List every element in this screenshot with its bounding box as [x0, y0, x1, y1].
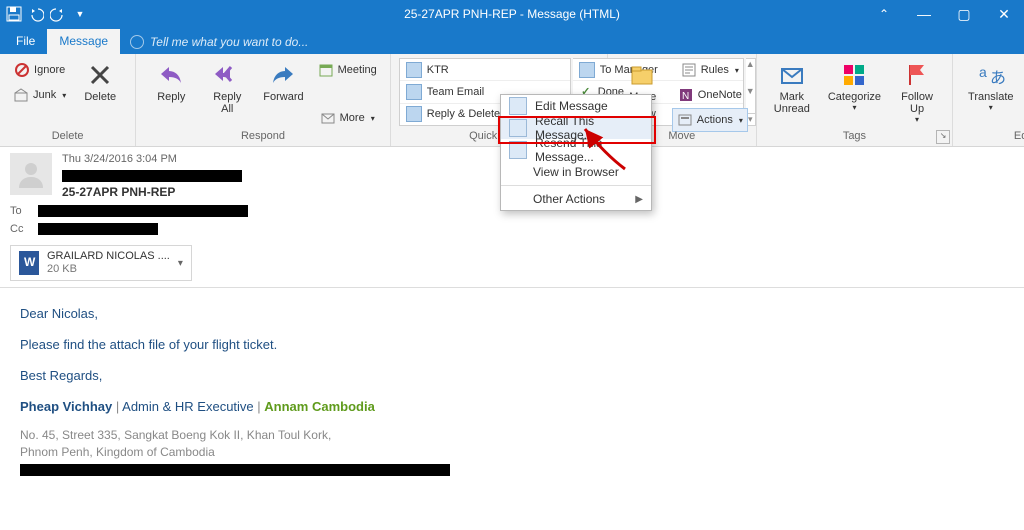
attachment-name: GRAILARD NICOLAS ....	[47, 250, 170, 262]
message-body: Dear Nicolas, Please find the attach fil…	[10, 288, 1014, 492]
body-regards: Best Regards,	[20, 366, 1004, 387]
undo-icon[interactable]	[28, 6, 44, 22]
ribbon-options-button[interactable]: ⌃	[864, 0, 904, 28]
actions-icon	[677, 112, 693, 128]
tell-me-placeholder: Tell me what you want to do...	[150, 35, 308, 49]
ribbon-group-respond: Reply Reply All Forward Meeting More▾ Re…	[136, 54, 390, 146]
save-icon[interactable]	[6, 6, 22, 22]
translate-icon: aあ	[977, 61, 1005, 89]
ribbon-group-editing: aあTranslate▾ Find Related▾ Select▾ Editi…	[953, 54, 1024, 146]
group-title-tags: Tags	[765, 130, 944, 144]
reply-icon	[157, 61, 185, 89]
attachment-size: 20 KB	[47, 263, 77, 275]
translate-button[interactable]: aあTranslate▾	[961, 58, 1020, 115]
attachment-dropdown-icon[interactable]: ▾	[178, 258, 183, 269]
onenote-icon: N	[678, 87, 694, 103]
junk-icon	[13, 87, 29, 103]
redo-icon[interactable]	[50, 6, 66, 22]
group-title-respond: Respond	[144, 130, 381, 144]
follow-up-button[interactable]: Follow Up▾	[890, 58, 944, 127]
forward-icon	[269, 61, 297, 89]
qat-dropdown-icon[interactable]: ▼	[72, 6, 88, 22]
reply-button[interactable]: Reply	[144, 58, 198, 106]
edit-icon	[509, 97, 527, 115]
signature-addr1: No. 45, Street 335, Sangkat Boeng Kok II…	[20, 427, 1004, 443]
svg-text:a: a	[979, 64, 987, 80]
signature-name: Pheap Vichhay	[20, 399, 112, 414]
svg-text:あ: あ	[990, 69, 1005, 87]
sender-avatar	[10, 153, 52, 195]
onenote-button[interactable]: NOneNote	[672, 83, 748, 107]
close-button[interactable]: ✕	[984, 0, 1024, 28]
menu-other-actions[interactable]: Other Actions▶	[501, 188, 651, 210]
delete-icon	[86, 61, 114, 89]
ribbon-group-delete: Ignore Junk▾ Delete Delete	[0, 54, 136, 146]
rules-icon	[681, 62, 697, 78]
ribbon-group-tags: Mark Unread Categorize▾ Follow Up▾ Tags …	[757, 54, 953, 146]
ignore-icon	[14, 62, 30, 78]
actions-button[interactable]: Actions▾	[672, 108, 748, 132]
more-icon	[320, 110, 336, 126]
meeting-icon	[318, 62, 334, 78]
dialog-launcher-tags[interactable]: ↘	[936, 130, 950, 144]
group-title-editing: Editing	[961, 130, 1024, 144]
maximize-button[interactable]: ▢	[944, 0, 984, 28]
actions-dropdown: Edit Message Recall This Message... Rese…	[500, 94, 652, 211]
tell-me-search[interactable]: Tell me what you want to do...	[120, 30, 318, 54]
recall-icon	[509, 119, 527, 137]
move-folder-icon	[629, 61, 657, 89]
cc-value	[38, 223, 158, 235]
junk-button[interactable]: Junk▾	[8, 83, 71, 107]
minimize-button[interactable]: —	[904, 0, 944, 28]
meeting-button[interactable]: Meeting	[313, 58, 382, 82]
mail-icon	[579, 62, 595, 78]
svg-text:N: N	[682, 91, 689, 102]
submenu-arrow-icon: ▶	[635, 194, 643, 205]
menu-resend-message[interactable]: Resend This Message...	[501, 139, 651, 161]
signature-role: Admin & HR Executive	[122, 399, 254, 414]
cc-label: Cc	[10, 223, 28, 235]
tab-message[interactable]: Message	[47, 29, 120, 54]
resend-icon	[509, 141, 527, 159]
title-bar: ▼ 25-27APR PNH-REP - Message (HTML) ⌃ — …	[0, 0, 1024, 28]
reply-all-icon	[213, 61, 241, 89]
flag-icon	[903, 61, 931, 89]
forward-button[interactable]: Forward	[256, 58, 310, 106]
categorize-button[interactable]: Categorize▾	[821, 58, 888, 115]
word-file-icon	[19, 251, 39, 275]
more-respond-button[interactable]: More▾	[313, 106, 382, 130]
lightbulb-icon	[130, 35, 144, 49]
rules-button[interactable]: Rules▾	[672, 58, 748, 82]
delete-button[interactable]: Delete	[73, 58, 127, 106]
group-title-delete: Delete	[8, 130, 127, 144]
body-line1: Please find the attach file of your flig…	[20, 335, 1004, 356]
signature-redacted	[20, 464, 450, 476]
menu-view-browser[interactable]: View in Browser	[501, 161, 651, 183]
reply-delete-icon	[406, 106, 422, 122]
mark-unread-icon	[778, 61, 806, 89]
attachment-item[interactable]: GRAILARD NICOLAS .... 20 KB ▾	[10, 245, 192, 281]
ignore-button[interactable]: Ignore	[8, 58, 71, 82]
menu-tabs: File Message Tell me what you want to do…	[0, 28, 1024, 54]
mail-icon	[406, 84, 422, 100]
body-greeting: Dear Nicolas,	[20, 304, 1004, 325]
categorize-icon	[840, 61, 868, 89]
signature-addr2: Phnom Penh, Kingdom of Cambodia	[20, 444, 1004, 460]
to-label: To	[10, 205, 28, 217]
folder-icon	[406, 62, 422, 78]
to-value	[38, 205, 248, 217]
signature-company: Annam Cambodia	[264, 399, 375, 414]
mark-unread-button[interactable]: Mark Unread	[765, 58, 819, 118]
reply-all-button[interactable]: Reply All	[200, 58, 254, 118]
tab-file[interactable]: File	[4, 29, 47, 54]
